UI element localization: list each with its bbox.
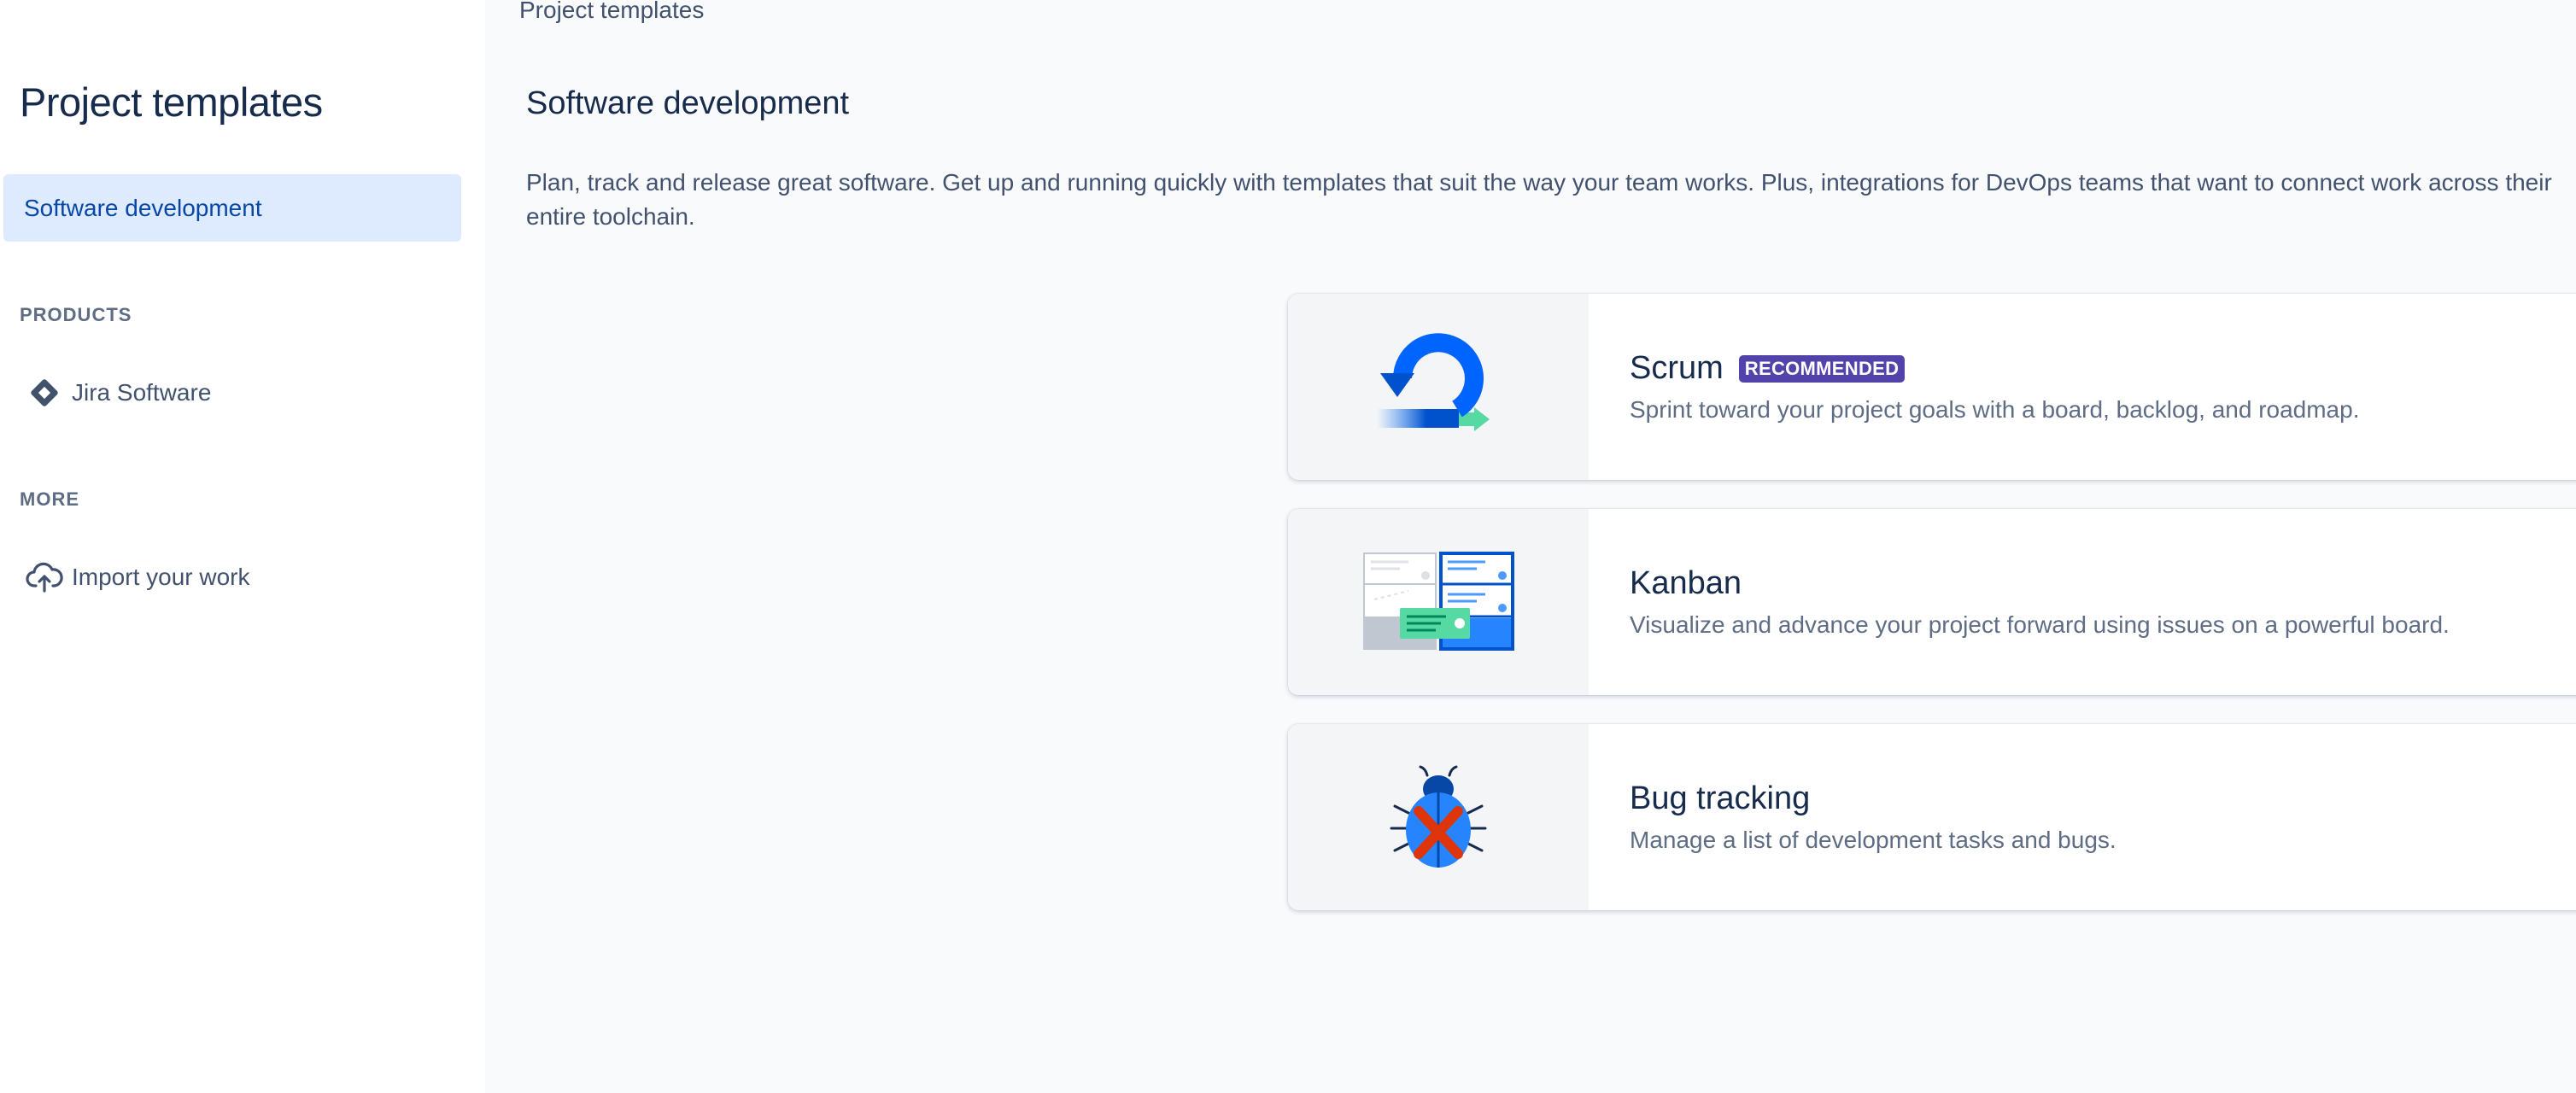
breadcrumb[interactable]: Project templates [519, 0, 704, 24]
template-name: Bug tracking [1630, 780, 1811, 816]
main-content: Project templates Software development P… [485, 0, 2576, 1093]
recommended-badge: RECOMMENDED [1738, 354, 1906, 383]
template-card-bug-tracking[interactable]: Bug tracking Manage a list of developmen… [1288, 724, 2576, 910]
sidebar-item-software-development[interactable]: Software development [3, 174, 461, 242]
scrum-cycle-illustration [1288, 294, 1589, 480]
section-label-more: MORE [20, 488, 79, 510]
template-description: Sprint toward your project goals with a … [1630, 396, 2360, 423]
kanban-board-illustration [1288, 509, 1589, 695]
sidebar-item-jira-software[interactable]: Jira Software [26, 369, 211, 417]
template-card-kanban[interactable]: Kanban Visualize and advance your projec… [1288, 509, 2576, 695]
template-description: Visualize and advance your project forwa… [1630, 611, 2450, 638]
section-label-products: PRODUCTS [20, 304, 132, 325]
template-card-scrum[interactable]: Scrum RECOMMENDED Sprint toward your pro… [1288, 294, 2576, 480]
template-name: Kanban [1630, 565, 1742, 601]
template-name: Scrum [1630, 350, 1724, 386]
template-description: Manage a list of development tasks and b… [1630, 827, 2116, 853]
cloud-upload-icon [26, 558, 63, 596]
sidebar-item-label: Import your work [72, 564, 250, 590]
sidebar-item-label: Jira Software [72, 379, 212, 406]
sidebar-item-import-your-work[interactable]: Import your work [26, 553, 250, 601]
sidebar: Project templates Software development P… [0, 0, 485, 1093]
jira-diamond-icon [26, 374, 63, 412]
sidebar-title: Project templates [20, 79, 323, 125]
page-title: Software development [526, 85, 850, 121]
page-description: Plan, track and release great software. … [526, 169, 2552, 230]
bug-illustration [1288, 724, 1589, 910]
